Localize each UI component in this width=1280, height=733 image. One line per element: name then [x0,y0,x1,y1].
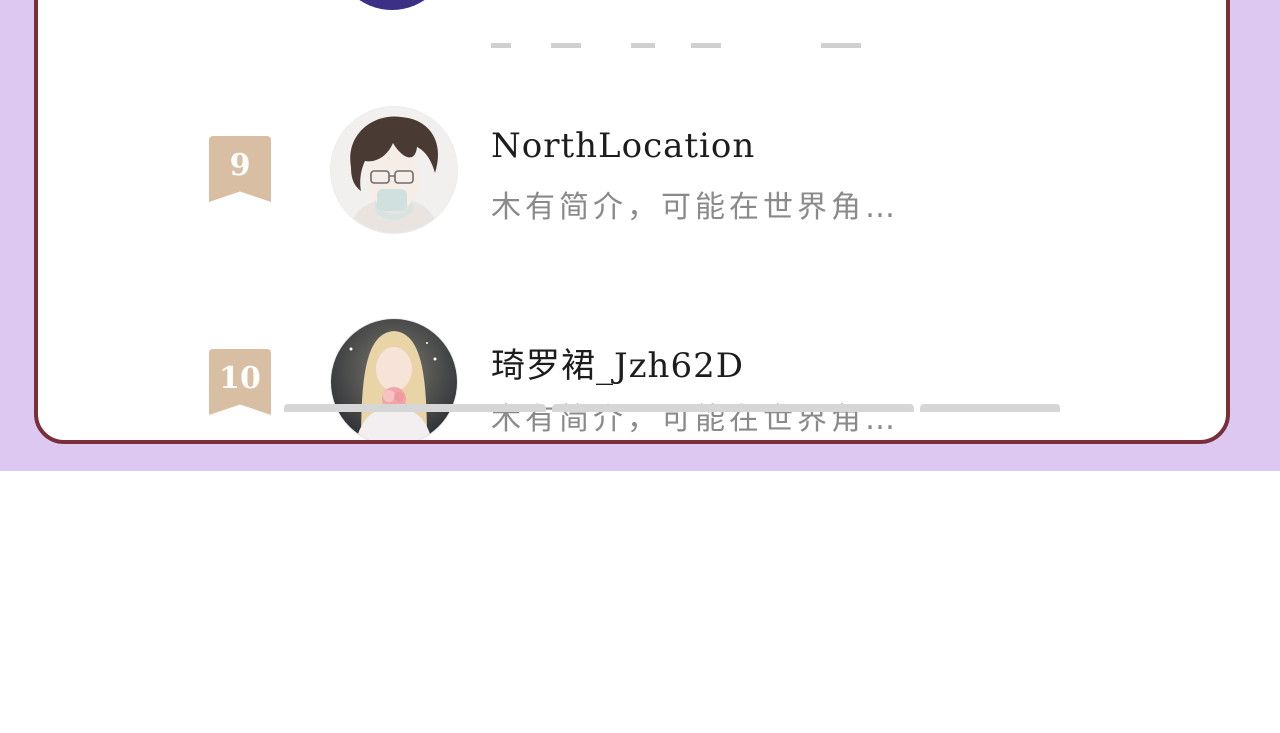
user-name[interactable]: NorthLocation [491,126,755,166]
rank-number: 9 [229,147,251,183]
avatar[interactable] [330,106,458,234]
user-description: 木有简介，可能在世界角… [491,402,899,437]
next-item-edge [284,404,546,412]
anime-man-glasses-avatar-icon [331,107,457,233]
user-description: 木有简介，可能在世界角… [491,190,899,225]
ranking-card: 9 NorthLocation 木有简介，可能在世界角… 10 琦罗裙_Jzh6… [34,0,1230,444]
user-name[interactable]: 琦罗裙_Jzh62D [491,338,744,387]
next-item-edge [920,404,1060,412]
next-item-edge [552,404,914,412]
anime-girl-rose-avatar-icon [331,319,457,440]
avatar[interactable] [334,0,450,10]
rank-badge: 10 [209,349,271,415]
previous-entry-text-fragment [491,34,911,48]
rank-number: 10 [219,360,261,396]
avatar[interactable] [330,318,458,440]
rank-badge: 9 [209,136,271,202]
